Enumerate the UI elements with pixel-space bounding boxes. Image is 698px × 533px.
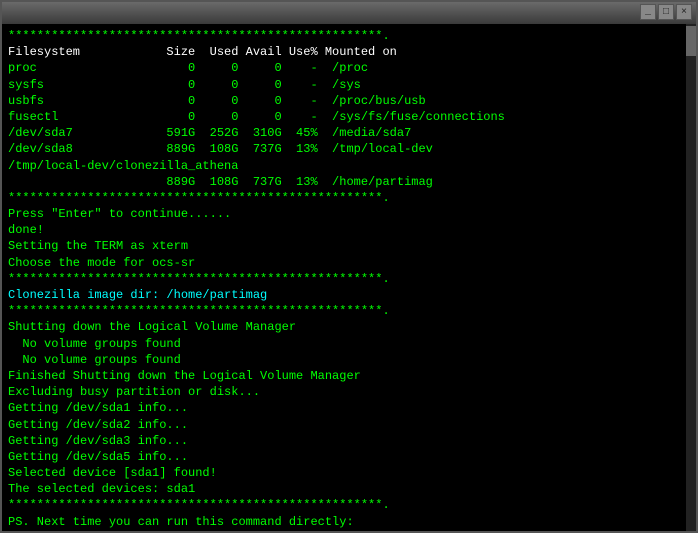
terminal-line: Getting /dev/sda3 info... <box>8 433 690 449</box>
terminal-line: fusectl 0 0 0 - /sys/fs/fuse/connections <box>8 109 690 125</box>
terminal-line: Filesystem Size Used Avail Use% Mounted … <box>8 44 690 60</box>
window-controls[interactable]: _ □ × <box>640 4 692 20</box>
scrollbar[interactable] <box>686 24 696 531</box>
terminal-line: Getting /dev/sda2 info... <box>8 417 690 433</box>
terminal-output: ****************************************… <box>2 24 696 531</box>
terminal-line: proc 0 0 0 - /proc <box>8 60 690 76</box>
terminal-line: Getting /dev/sda1 info... <box>8 400 690 416</box>
terminal-line: 889G 108G 737G 13% /home/partimag <box>8 174 690 190</box>
close-button[interactable]: × <box>676 4 692 20</box>
maximize-button[interactable]: □ <box>658 4 674 20</box>
terminal-line: Shutting down the Logical Volume Manager <box>8 319 690 335</box>
terminal-line: Choose the mode for ocs-sr <box>8 255 690 271</box>
terminal-line: usbfs 0 0 0 - /proc/bus/usb <box>8 93 690 109</box>
terminal-line: /dev/sda8 889G 108G 737G 13% /tmp/local-… <box>8 141 690 157</box>
scrollbar-thumb[interactable] <box>686 26 696 56</box>
terminal-line: Setting the TERM as xterm <box>8 238 690 254</box>
terminal-line: Selected device [sda1] found! <box>8 465 690 481</box>
terminal-line: done! <box>8 222 690 238</box>
titlebar: _ □ × <box>2 2 696 24</box>
terminal-line: No volume groups found <box>8 352 690 368</box>
terminal-line: PS. Next time you can run this command d… <box>8 514 690 530</box>
terminal-line: Excluding busy partition or disk... <box>8 384 690 400</box>
terminal-line: The selected devices: sda1 <box>8 481 690 497</box>
main-window: _ □ × **********************************… <box>0 0 698 533</box>
terminal-line: ****************************************… <box>8 303 690 319</box>
terminal-line: sysfs 0 0 0 - /sys <box>8 77 690 93</box>
terminal-line: ****************************************… <box>8 28 690 44</box>
terminal-line: Press "Enter" to continue...... <box>8 206 690 222</box>
terminal-line: /dev/sda7 591G 252G 310G 45% /media/sda7 <box>8 125 690 141</box>
terminal-line: ****************************************… <box>8 497 690 513</box>
terminal-line: /opt/drbl/sbin/ocs-sr -q2 -c -j2 -z1p -i… <box>8 530 690 531</box>
terminal-line: Getting /dev/sda5 info... <box>8 449 690 465</box>
minimize-button[interactable]: _ <box>640 4 656 20</box>
terminal-line: Clonezilla image dir: /home/partimag <box>8 287 690 303</box>
terminal-line: /tmp/local-dev/clonezilla_athena <box>8 158 690 174</box>
terminal-line: Finished Shutting down the Logical Volum… <box>8 368 690 384</box>
terminal-line: ****************************************… <box>8 190 690 206</box>
terminal-line: No volume groups found <box>8 336 690 352</box>
terminal-line: ****************************************… <box>8 271 690 287</box>
